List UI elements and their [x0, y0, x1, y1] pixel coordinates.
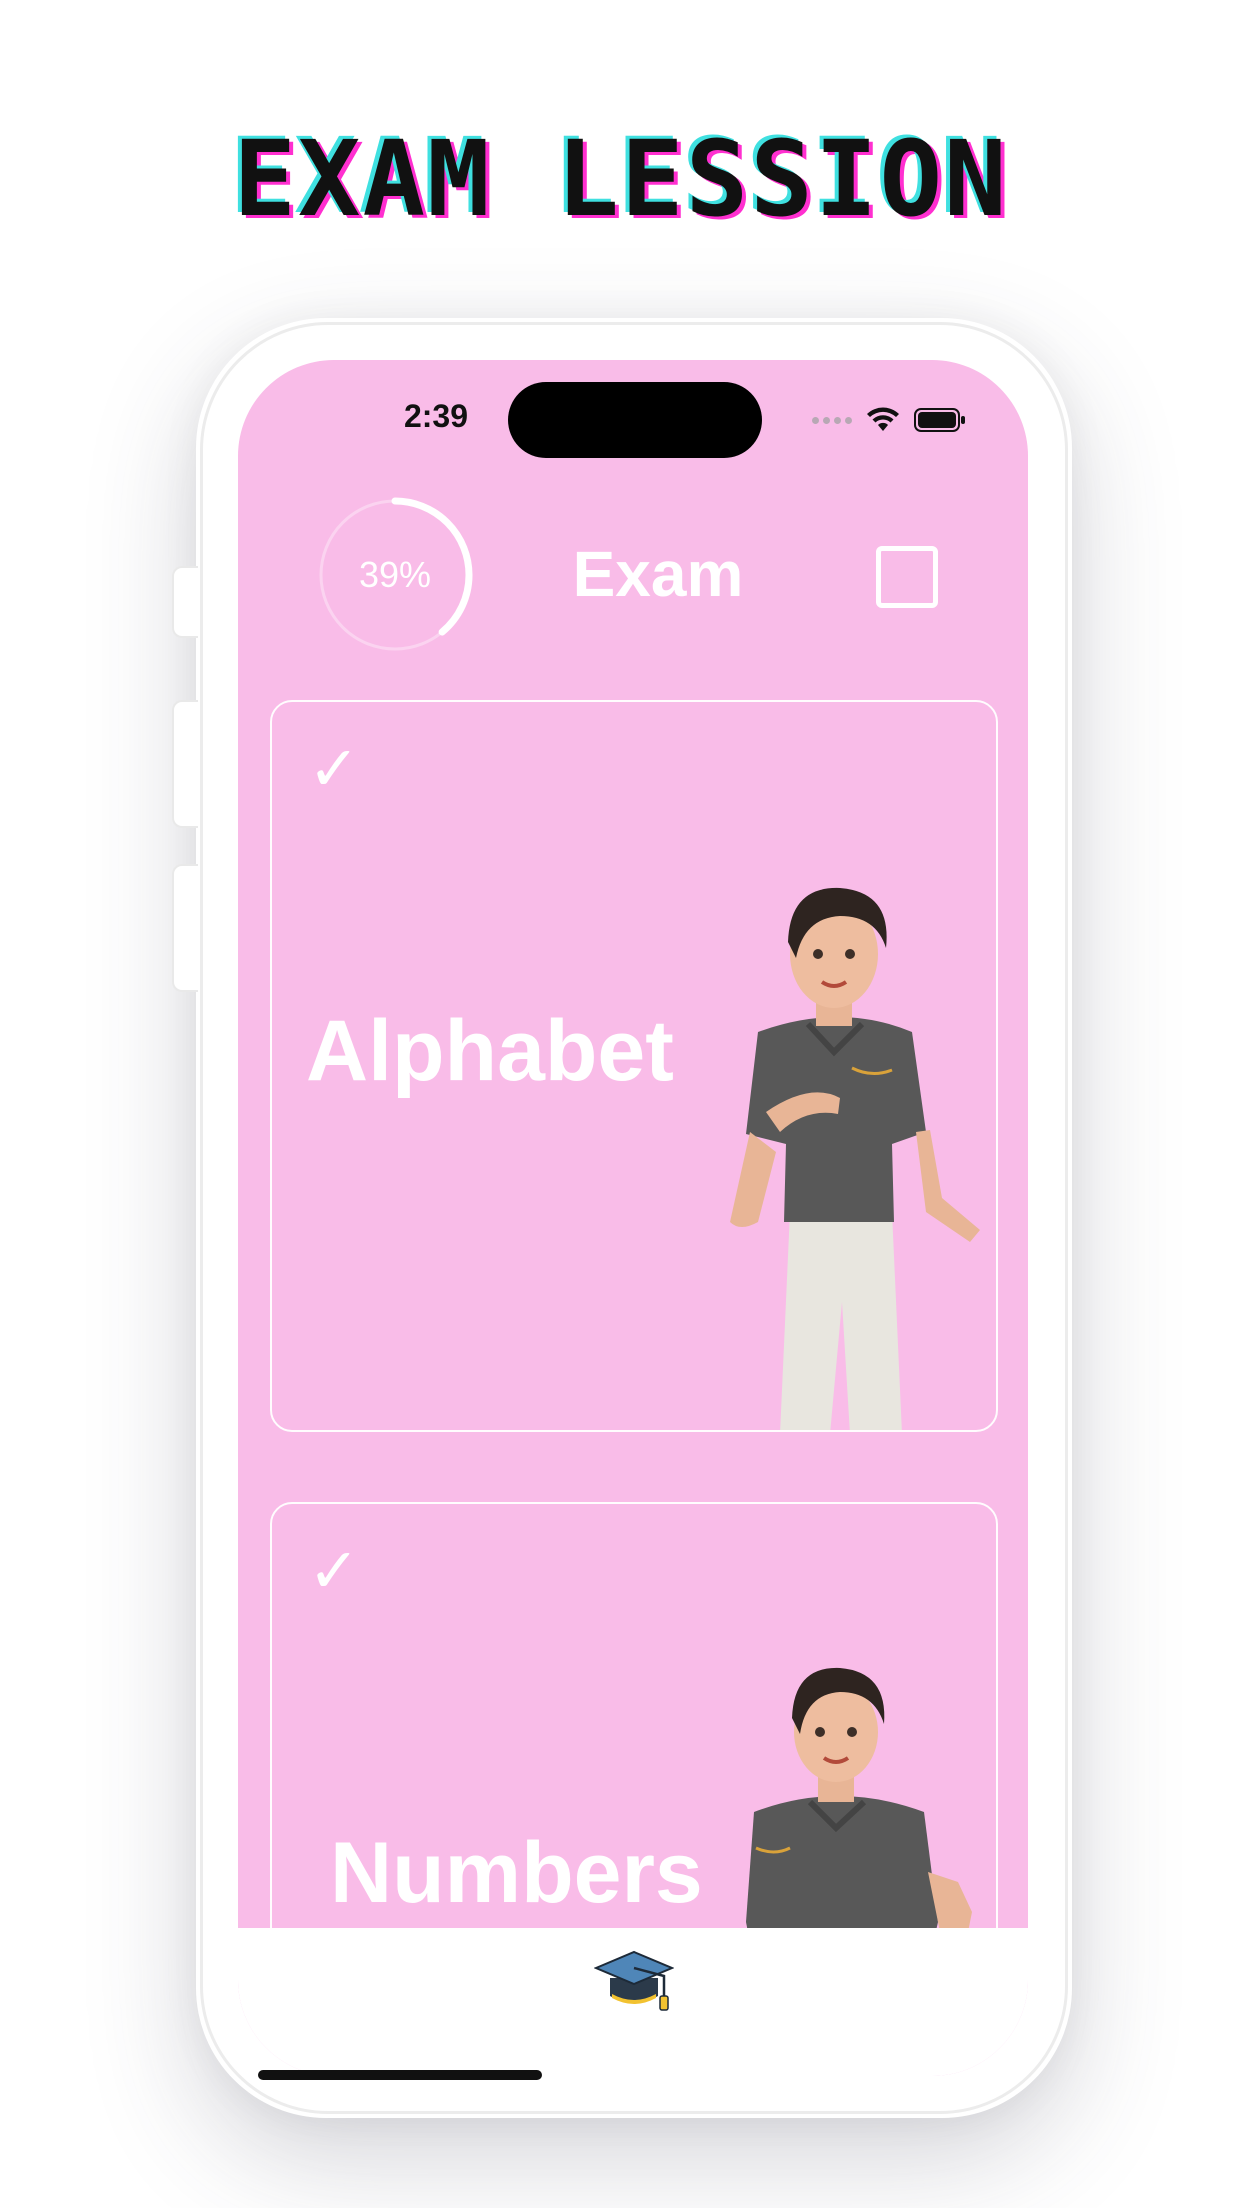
lesson-card-numbers[interactable]: ✓ Numbers: [270, 1502, 998, 1982]
phone-volume-up-button: [172, 700, 198, 828]
check-icon: ✓: [308, 732, 360, 805]
progress-percent-label: 39%: [358, 554, 432, 595]
status-indicators: [812, 406, 966, 434]
promo-headline: EXAM LESSION: [233, 118, 1009, 240]
square-button[interactable]: [876, 546, 938, 608]
phone-volume-down-button: [172, 864, 198, 992]
wifi-icon: [867, 407, 899, 431]
status-time: 2:39: [403, 398, 468, 434]
signal-dots-icon: [812, 416, 852, 424]
avatar-character-image: [730, 887, 980, 1430]
page-title: Exam: [572, 538, 744, 610]
card-title-numbers: Numbers: [330, 1825, 703, 1921]
graduation-cap-icon[interactable]: [594, 1948, 674, 2018]
card-title-alphabet: Alphabet: [306, 1003, 674, 1099]
battery-icon: [914, 408, 965, 432]
phone-mute-switch: [172, 566, 198, 638]
home-indicator: [258, 2070, 542, 2080]
check-icon: ✓: [308, 1534, 360, 1607]
dynamic-island: [508, 382, 762, 458]
bottom-tab-bar: [238, 1928, 1028, 2076]
lesson-card-alphabet[interactable]: ✓ Alphabet: [270, 700, 998, 1432]
app-screen: 2:39 39% Exam ✓ Alphabet ✓ Numbers: [238, 360, 1028, 2076]
